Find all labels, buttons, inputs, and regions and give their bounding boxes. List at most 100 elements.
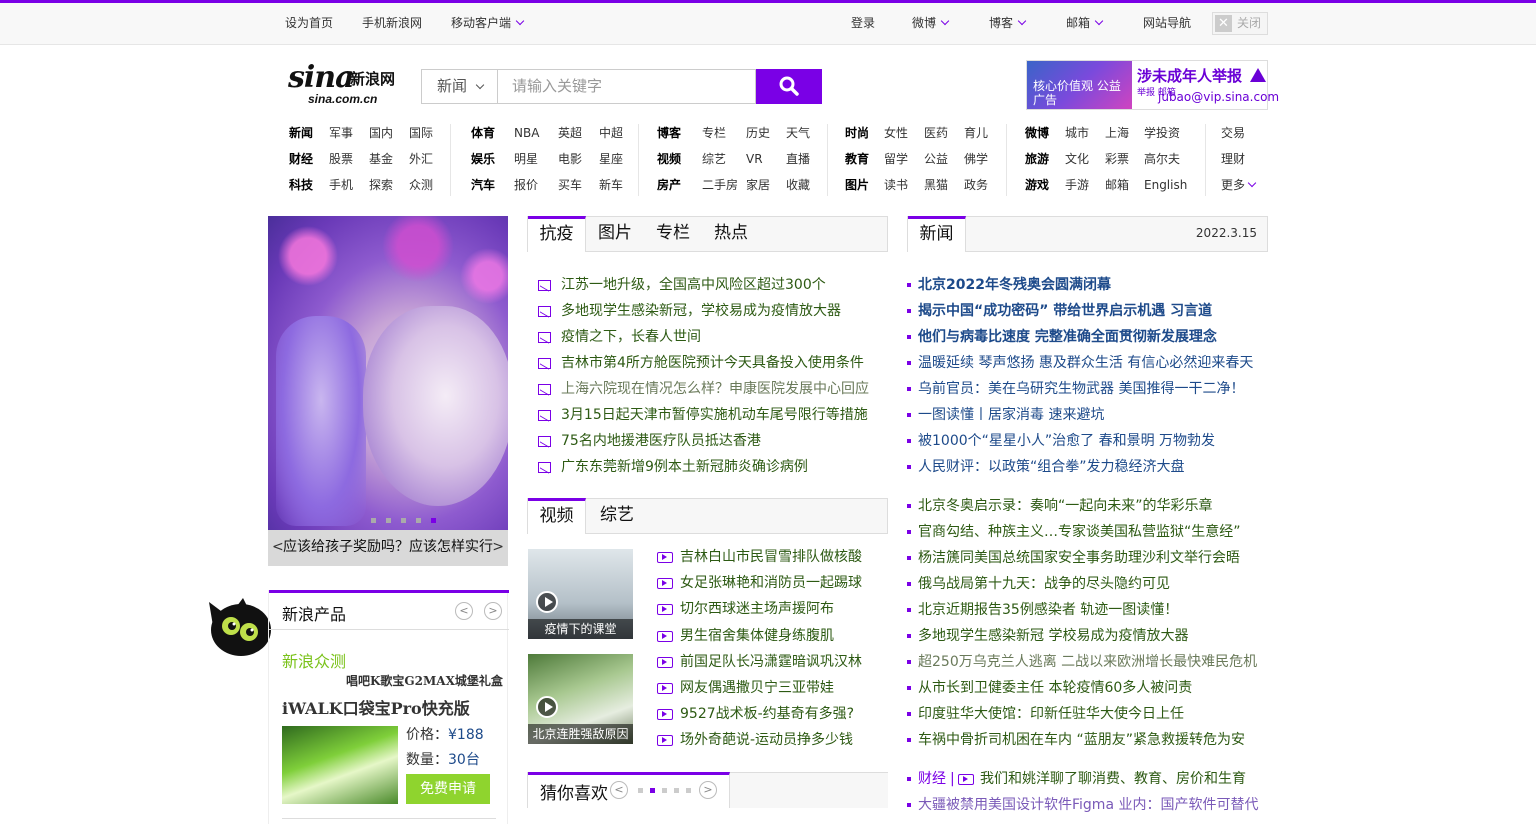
nav-link[interactable]: 家居 [746,172,770,198]
nav-link[interactable]: 博客 [657,120,681,146]
chevron-left-icon[interactable]: < [610,781,628,799]
nav-link[interactable]: 直播 [786,146,810,172]
news-link[interactable]: 他们与病毒比速度 完整准确全面贯彻新发展理念 [918,324,1217,350]
news-link[interactable]: 大疆被禁用美国设计软件Figma 业内：国产软件可替代 [918,792,1258,818]
page-dot-active[interactable] [650,788,655,793]
nav-link[interactable]: 综艺 [702,146,726,172]
search-category-select[interactable]: 新闻 [421,69,497,104]
nav-link[interactable]: 体育 [471,120,495,146]
nav-link[interactable]: 手游 [1065,172,1089,198]
nav-link[interactable]: 高尔夫 [1144,146,1180,172]
video-thumbnail[interactable]: 北京连胜强敌原因 [528,654,633,744]
nav-link[interactable]: 政务 [964,172,988,198]
page-dot[interactable] [686,788,691,793]
nav-link[interactable]: 城市 [1065,120,1089,146]
news-link[interactable]: 男生宿舍集体健身练腹肌 [680,623,834,649]
nav-link[interactable]: 佛学 [964,146,988,172]
image-slider[interactable]: < 应该给孩子奖励吗？应该怎样实行 > [268,216,508,566]
nav-link[interactable]: 图片 [845,172,869,198]
nav-link[interactable]: 电影 [558,146,582,172]
nav-link[interactable]: 外汇 [409,146,433,172]
nav-link[interactable]: 学投资 [1144,120,1180,146]
tab-video[interactable]: 视频 [528,498,586,534]
nav-link[interactable]: 二手房 [702,172,738,198]
more-menu[interactable]: 更多 [1221,172,1257,198]
nav-link[interactable]: 股票 [329,146,353,172]
news-link[interactable]: 吉林市第4所方舱医院预计今天具备投入使用条件 [561,350,864,376]
product-name[interactable]: iWALK口袋宝Pro快充版 [282,695,470,719]
nav-link[interactable]: 收藏 [786,172,810,198]
news-link[interactable]: 揭示中国“成功密码” 带给世界启示机遇 习言道 [918,298,1212,324]
finance-link[interactable]: 财经 [918,766,946,792]
news-link[interactable]: 网友偶遇撒贝宁三亚带娃 [680,675,834,701]
blog-menu[interactable]: 博客 [989,3,1027,45]
news-link[interactable]: 北京冬奥启示录：奏响“一起向未来”的华彩乐章 [918,493,1213,519]
news-link[interactable]: 疫情之下，长春人世间 [561,324,701,350]
nav-link[interactable]: 医药 [924,120,948,146]
news-link[interactable]: 被1000个“星星小人”治愈了 春和景明 万物勃发 [918,428,1215,454]
nav-link[interactable]: 彩票 [1105,146,1129,172]
news-link[interactable]: 多地现学生感染新冠，学校易成为疫情放大器 [561,298,841,324]
nav-link[interactable]: 交易 [1221,120,1245,146]
nav-link[interactable]: VR [746,146,763,172]
nav-link[interactable]: 报价 [514,172,538,198]
nav-link[interactable]: 育儿 [964,120,988,146]
tab-hot[interactable]: 热点 [704,216,758,252]
news-link[interactable]: 女足张琳艳和消防员一起踢球 [680,570,862,596]
nav-link[interactable]: 教育 [845,146,869,172]
news-link[interactable]: 俄乌战局第十九天：战争的尽头隐约可见 [918,571,1170,597]
news-link[interactable]: 江苏一地升级，全国高中风险区超过300个 [561,272,826,298]
nav-link[interactable]: 时尚 [845,120,869,146]
chevron-left-icon[interactable]: < [455,602,473,620]
news-link[interactable]: 吉林白山市民冒雪排队做核酸 [680,544,862,570]
login-link[interactable]: 登录 [851,3,875,45]
mail-menu[interactable]: 邮箱 [1066,3,1104,45]
nav-link[interactable]: 读书 [884,172,908,198]
news-link[interactable]: 75名内地援港医疗队员抵达香港 [561,428,761,454]
search-button[interactable] [756,69,822,104]
news-link[interactable]: 多地现学生感染新冠 学校易成为疫情放大器 [918,623,1188,649]
mobile-client-menu[interactable]: 移动客户端 [451,3,525,45]
nav-link[interactable]: 游戏 [1025,172,1049,198]
apply-button[interactable]: 免费申请 [406,774,490,804]
news-link[interactable]: 切尔西球迷主场声援阿布 [680,596,834,622]
search-input[interactable] [497,69,756,104]
tab-epidemic[interactable]: 抗疫 [528,216,586,252]
page-dot[interactable] [638,788,643,793]
nav-link[interactable]: 明星 [514,146,538,172]
nav-link[interactable]: 中超 [599,120,623,146]
nav-link[interactable]: 微博 [1025,120,1049,146]
news-link[interactable]: 温暖延续 琴声悠扬 惠及群众生活 有信心必然迎来春天 [918,350,1253,376]
nav-link[interactable]: 黑猫 [924,172,948,198]
nav-link[interactable]: 手机 [329,172,353,198]
nav-link[interactable]: 文化 [1065,146,1089,172]
nav-link[interactable]: 星座 [599,146,623,172]
chevron-left-icon[interactable]: < [272,530,284,564]
nav-link[interactable]: 众测 [409,172,433,198]
nav-link[interactable]: English [1144,172,1187,198]
product-brand[interactable]: 新浪众测 [282,648,346,672]
slider-dot[interactable] [401,518,406,523]
news-link[interactable]: 超250万乌克兰人逃离 二战以来欧洲增长最快难民危机 [918,649,1257,675]
news-link[interactable]: 车祸中骨折司机困在车内 “蓝朋友”紧急救援转危为安 [918,727,1245,753]
slider-dot[interactable] [371,518,376,523]
tab-news[interactable]: 新闻 [908,216,966,252]
weibo-menu[interactable]: 微博 [912,3,950,45]
nav-link[interactable]: 新车 [599,172,623,198]
nav-link[interactable]: 邮箱 [1105,172,1129,198]
slider-dot[interactable] [416,518,421,523]
nav-link[interactable]: 汽车 [471,172,495,198]
news-link[interactable]: 9527战术板-约基奇有多强? [680,701,854,727]
tab-pictures[interactable]: 图片 [588,216,642,252]
news-link[interactable]: 3月15日起天津市暂停实施机动车尾号限行等措施 [561,402,868,428]
nav-link[interactable]: 公益 [924,146,948,172]
sina-logo[interactable]: sina 新浪网 sina.com.cn [288,58,400,110]
site-nav-link[interactable]: 网站导航 [1143,3,1191,45]
news-link[interactable]: 北京近期报告35例感染者 轨迹一图读懂！ [918,597,1178,623]
nav-link[interactable]: 历史 [746,120,770,146]
nav-link[interactable]: NBA [514,120,539,146]
nav-link[interactable]: 天气 [786,120,810,146]
mobile-sina-link[interactable]: 手机新浪网 [362,3,422,45]
nav-link[interactable]: 专栏 [702,120,726,146]
news-link[interactable]: 一图读懂丨居家消毒 速来避坑 [918,402,1104,428]
